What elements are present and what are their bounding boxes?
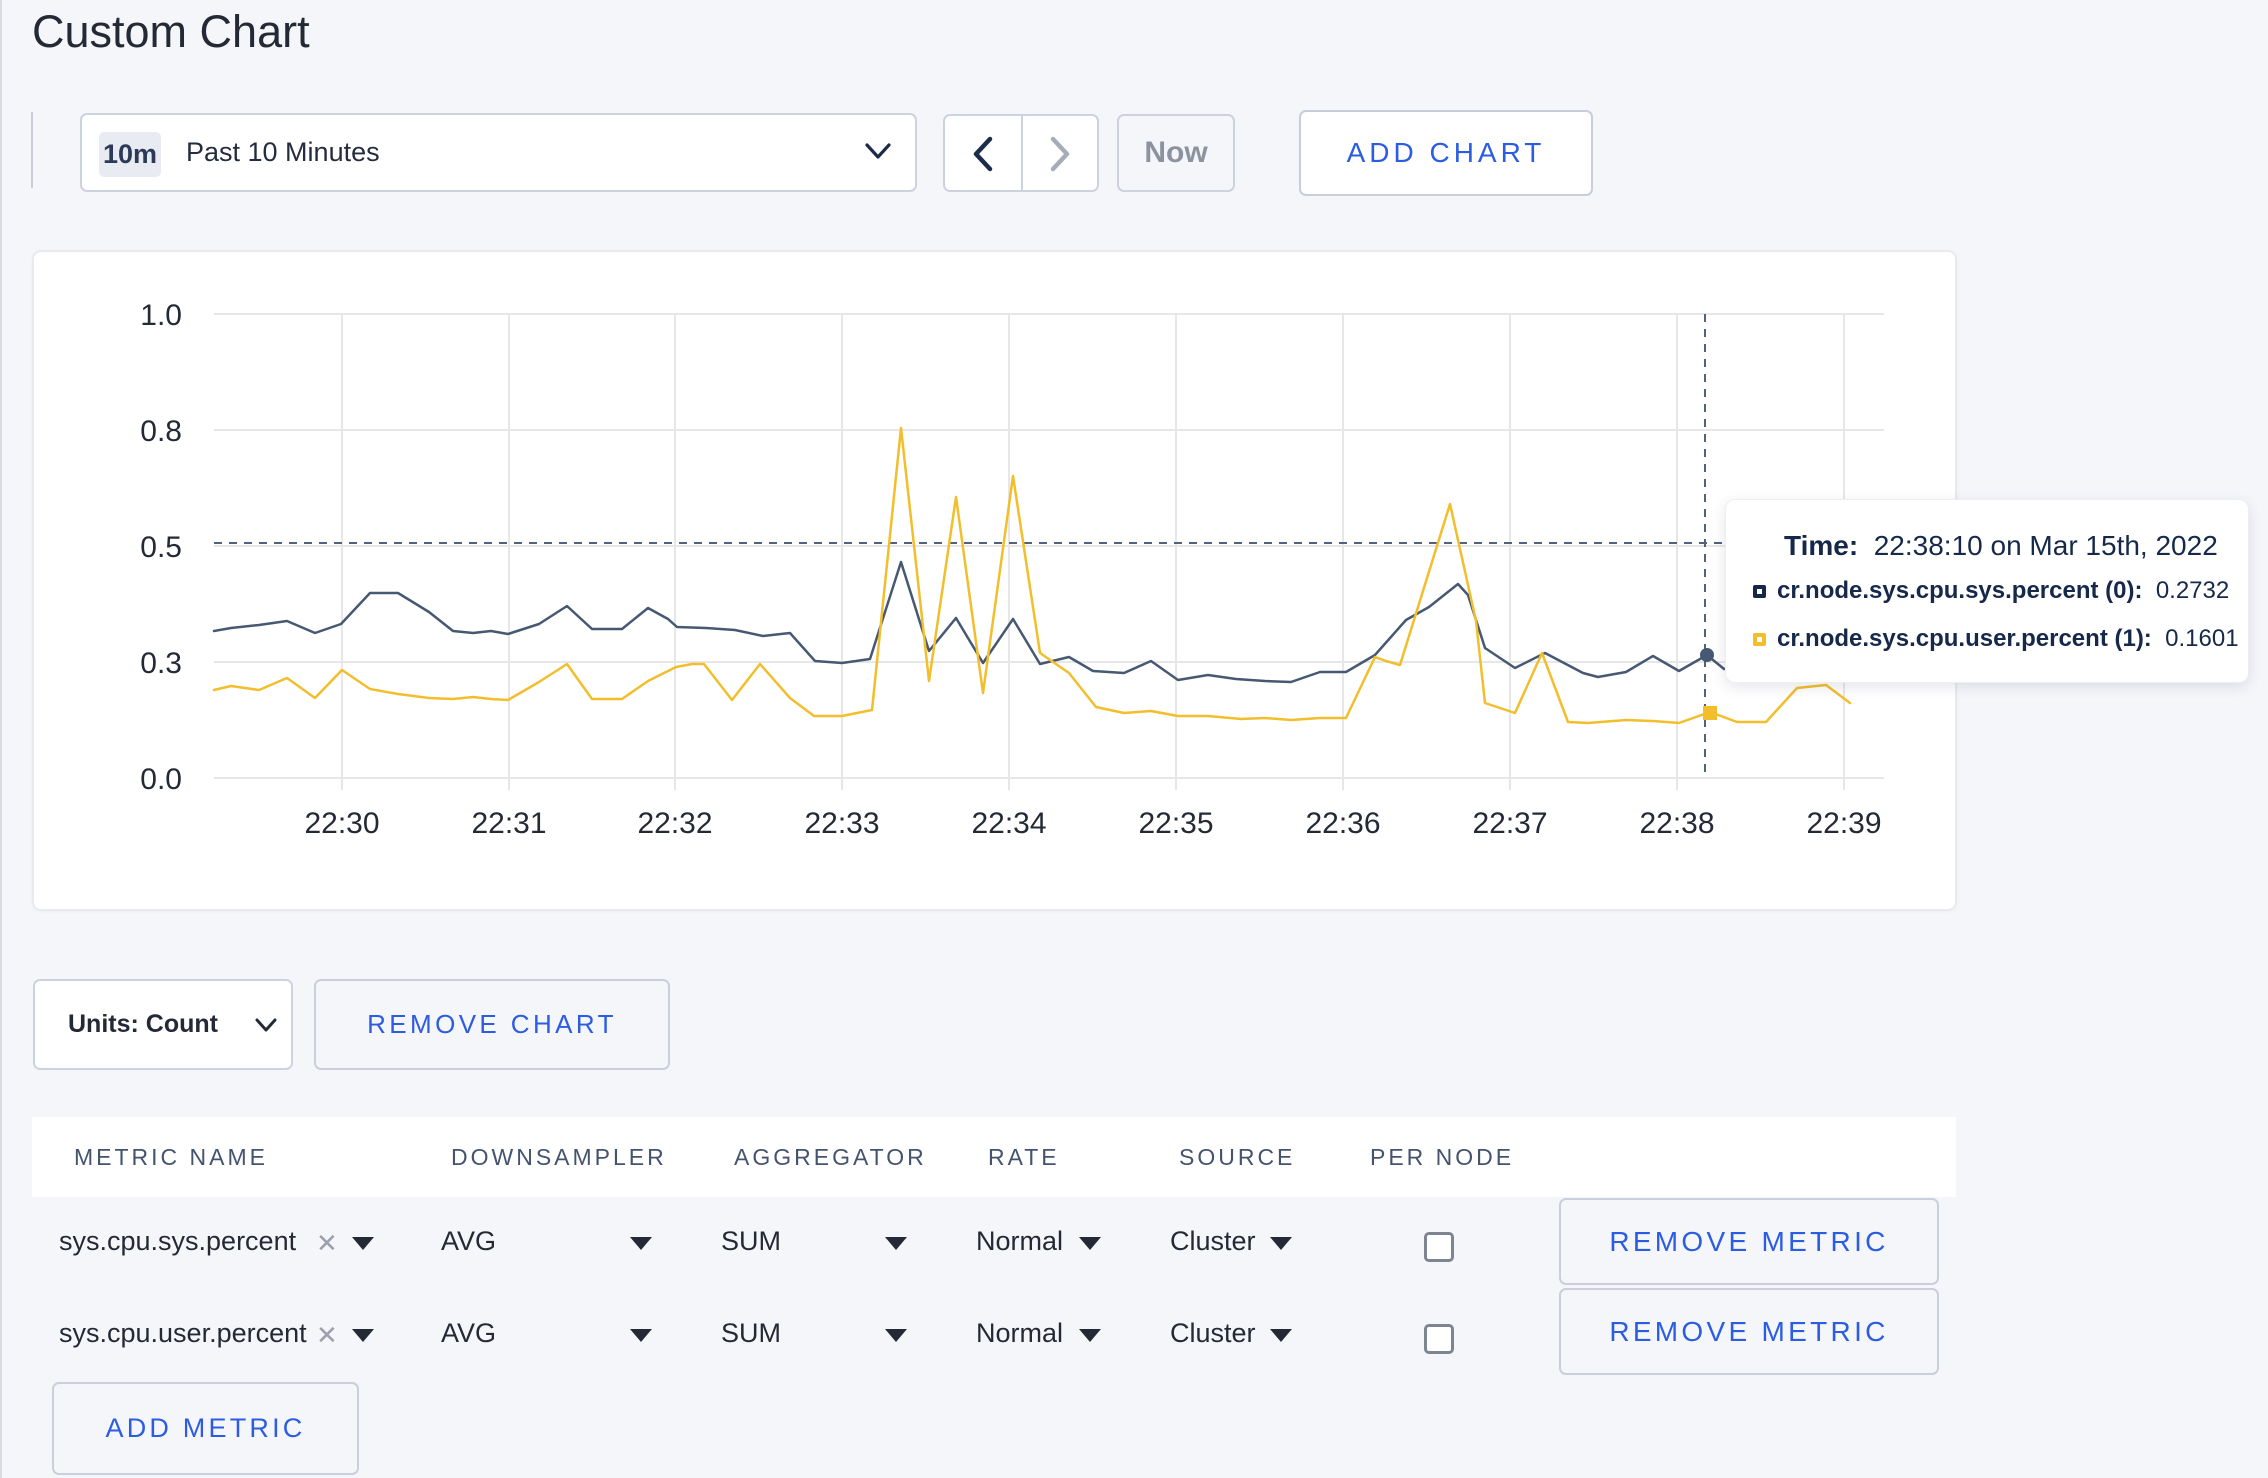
svg-text:0.3: 0.3 (140, 647, 182, 680)
svg-text:22:36: 22:36 (1305, 807, 1380, 840)
svg-text:1.0: 1.0 (140, 299, 182, 332)
svg-text:0.8: 0.8 (140, 415, 182, 448)
svg-text:22:31: 22:31 (471, 807, 546, 840)
svg-text:22:32: 22:32 (637, 807, 712, 840)
svg-text:22:37: 22:37 (1472, 807, 1547, 840)
svg-text:22:35: 22:35 (1138, 807, 1213, 840)
svg-text:22:38: 22:38 (1639, 807, 1714, 840)
svg-text:22:30: 22:30 (304, 807, 379, 840)
svg-text:0.5: 0.5 (140, 531, 182, 564)
svg-text:22:33: 22:33 (804, 807, 879, 840)
svg-text:0.0: 0.0 (140, 763, 182, 796)
svg-text:22:39: 22:39 (1806, 807, 1881, 840)
svg-text:22:34: 22:34 (971, 807, 1046, 840)
